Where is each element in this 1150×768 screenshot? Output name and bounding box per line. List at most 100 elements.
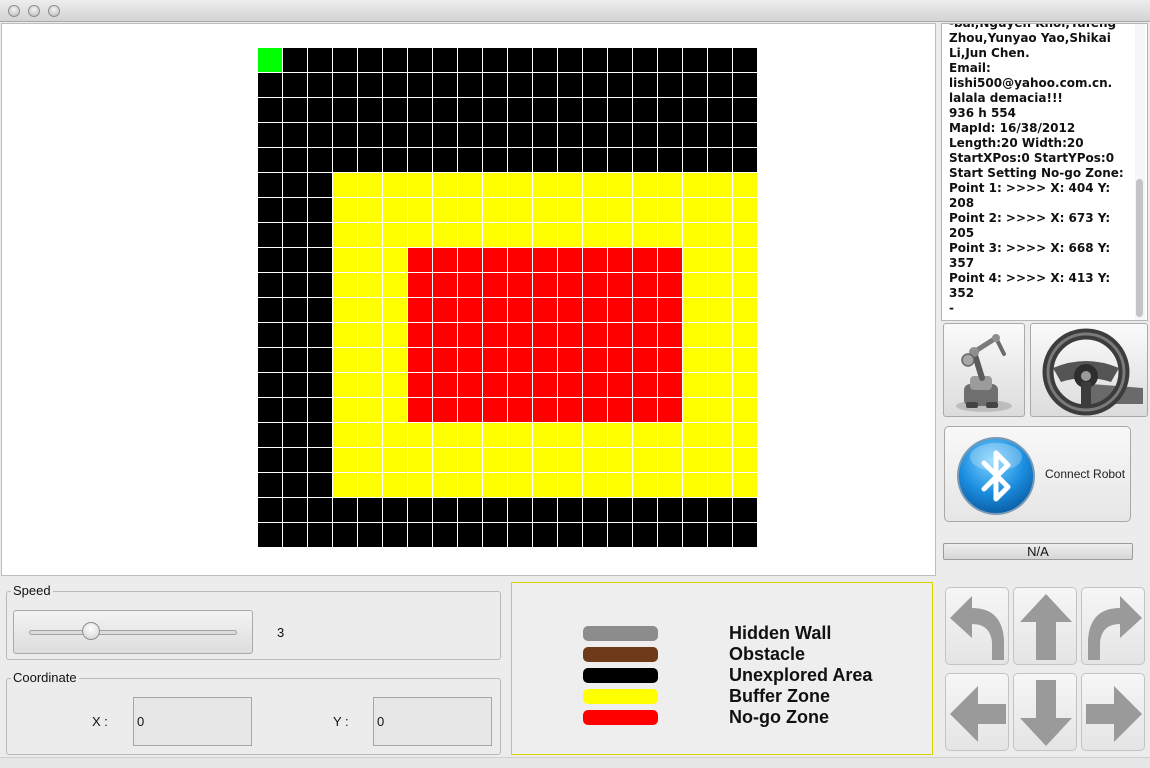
map-cell[interactable] xyxy=(583,148,607,172)
map-cell[interactable] xyxy=(708,473,732,497)
map-cell[interactable] xyxy=(308,173,332,197)
map-cell[interactable] xyxy=(583,198,607,222)
map-cell[interactable] xyxy=(683,148,707,172)
map-cell[interactable] xyxy=(508,298,532,322)
map-cell[interactable] xyxy=(258,323,282,347)
map-cell[interactable] xyxy=(383,173,407,197)
map-grid[interactable] xyxy=(257,47,758,548)
map-cell[interactable] xyxy=(608,223,632,247)
map-cell[interactable] xyxy=(658,98,682,122)
map-cell[interactable] xyxy=(258,173,282,197)
map-cell[interactable] xyxy=(583,523,607,547)
map-cell[interactable] xyxy=(658,498,682,522)
map-cell[interactable] xyxy=(558,298,582,322)
map-cell[interactable] xyxy=(608,198,632,222)
map-cell[interactable] xyxy=(583,398,607,422)
map-cell[interactable] xyxy=(658,323,682,347)
map-cell[interactable] xyxy=(608,98,632,122)
log-panel[interactable]: -bai,Nguyen Khoi,Yafeng Zhou,Yunyao Yao,… xyxy=(941,23,1148,321)
map-cell[interactable] xyxy=(658,73,682,97)
map-cell[interactable] xyxy=(358,273,382,297)
map-cell[interactable] xyxy=(583,348,607,372)
map-cell[interactable] xyxy=(458,48,482,72)
map-cell[interactable] xyxy=(533,48,557,72)
map-cell[interactable] xyxy=(708,348,732,372)
map-cell[interactable] xyxy=(283,423,307,447)
map-cell[interactable] xyxy=(433,298,457,322)
map-cell[interactable] xyxy=(408,173,432,197)
map-cell[interactable] xyxy=(283,398,307,422)
map-cell[interactable] xyxy=(483,473,507,497)
map-cell[interactable] xyxy=(533,498,557,522)
map-cell[interactable] xyxy=(583,448,607,472)
map-cell[interactable] xyxy=(408,98,432,122)
map-cell[interactable] xyxy=(358,348,382,372)
log-scrollbar[interactable] xyxy=(1135,24,1145,320)
map-cell[interactable] xyxy=(258,98,282,122)
map-cell[interactable] xyxy=(433,223,457,247)
map-cell[interactable] xyxy=(508,348,532,372)
map-cell[interactable] xyxy=(658,123,682,147)
map-cell[interactable] xyxy=(308,98,332,122)
map-cell[interactable] xyxy=(433,398,457,422)
map-cell[interactable] xyxy=(258,448,282,472)
map-cell[interactable] xyxy=(483,98,507,122)
map-cell[interactable] xyxy=(358,123,382,147)
map-cell[interactable] xyxy=(483,273,507,297)
map-cell[interactable] xyxy=(533,248,557,272)
map-cell[interactable] xyxy=(358,73,382,97)
map-cell[interactable] xyxy=(383,48,407,72)
map-cell[interactable] xyxy=(608,473,632,497)
map-cell[interactable] xyxy=(433,148,457,172)
map-cell[interactable] xyxy=(708,123,732,147)
map-cell[interactable] xyxy=(683,123,707,147)
map-cell[interactable] xyxy=(608,123,632,147)
map-cell[interactable] xyxy=(333,123,357,147)
map-cell[interactable] xyxy=(658,373,682,397)
map-cell[interactable] xyxy=(333,398,357,422)
map-cell[interactable] xyxy=(258,148,282,172)
map-cell[interactable] xyxy=(733,48,757,72)
backward-button[interactable] xyxy=(1013,673,1077,751)
map-cell[interactable] xyxy=(333,98,357,122)
steering-wheel-button[interactable] xyxy=(1030,323,1148,417)
map-cell[interactable] xyxy=(358,373,382,397)
map-cell[interactable] xyxy=(433,323,457,347)
map-cell[interactable] xyxy=(733,473,757,497)
map-cell[interactable] xyxy=(408,398,432,422)
map-cell[interactable] xyxy=(483,73,507,97)
map-cell[interactable] xyxy=(308,123,332,147)
map-cell[interactable] xyxy=(258,523,282,547)
map-cell[interactable] xyxy=(258,73,282,97)
map-cell[interactable] xyxy=(483,348,507,372)
map-cell[interactable] xyxy=(383,423,407,447)
map-cell[interactable] xyxy=(708,273,732,297)
map-cell[interactable] xyxy=(683,498,707,522)
map-cell[interactable] xyxy=(433,98,457,122)
map-cell[interactable] xyxy=(633,148,657,172)
map-cell[interactable] xyxy=(558,323,582,347)
map-cell[interactable] xyxy=(358,473,382,497)
map-cell[interactable] xyxy=(283,448,307,472)
map-cell[interactable] xyxy=(658,223,682,247)
map-cell[interactable] xyxy=(533,398,557,422)
map-cell[interactable] xyxy=(533,298,557,322)
map-cell[interactable] xyxy=(283,148,307,172)
map-cell[interactable] xyxy=(633,248,657,272)
map-cell[interactable] xyxy=(508,473,532,497)
map-cell[interactable] xyxy=(733,398,757,422)
map-cell[interactable] xyxy=(358,173,382,197)
map-cell[interactable] xyxy=(733,323,757,347)
map-cell[interactable] xyxy=(408,248,432,272)
map-cell[interactable] xyxy=(583,48,607,72)
map-cell[interactable] xyxy=(483,173,507,197)
map-cell[interactable] xyxy=(533,373,557,397)
map-cell[interactable] xyxy=(408,323,432,347)
map-cell[interactable] xyxy=(458,248,482,272)
map-cell[interactable] xyxy=(383,473,407,497)
map-cell[interactable] xyxy=(683,248,707,272)
map-cell[interactable] xyxy=(558,373,582,397)
map-cell[interactable] xyxy=(383,448,407,472)
map-cell[interactable] xyxy=(508,148,532,172)
turn-right-button[interactable] xyxy=(1081,587,1145,665)
